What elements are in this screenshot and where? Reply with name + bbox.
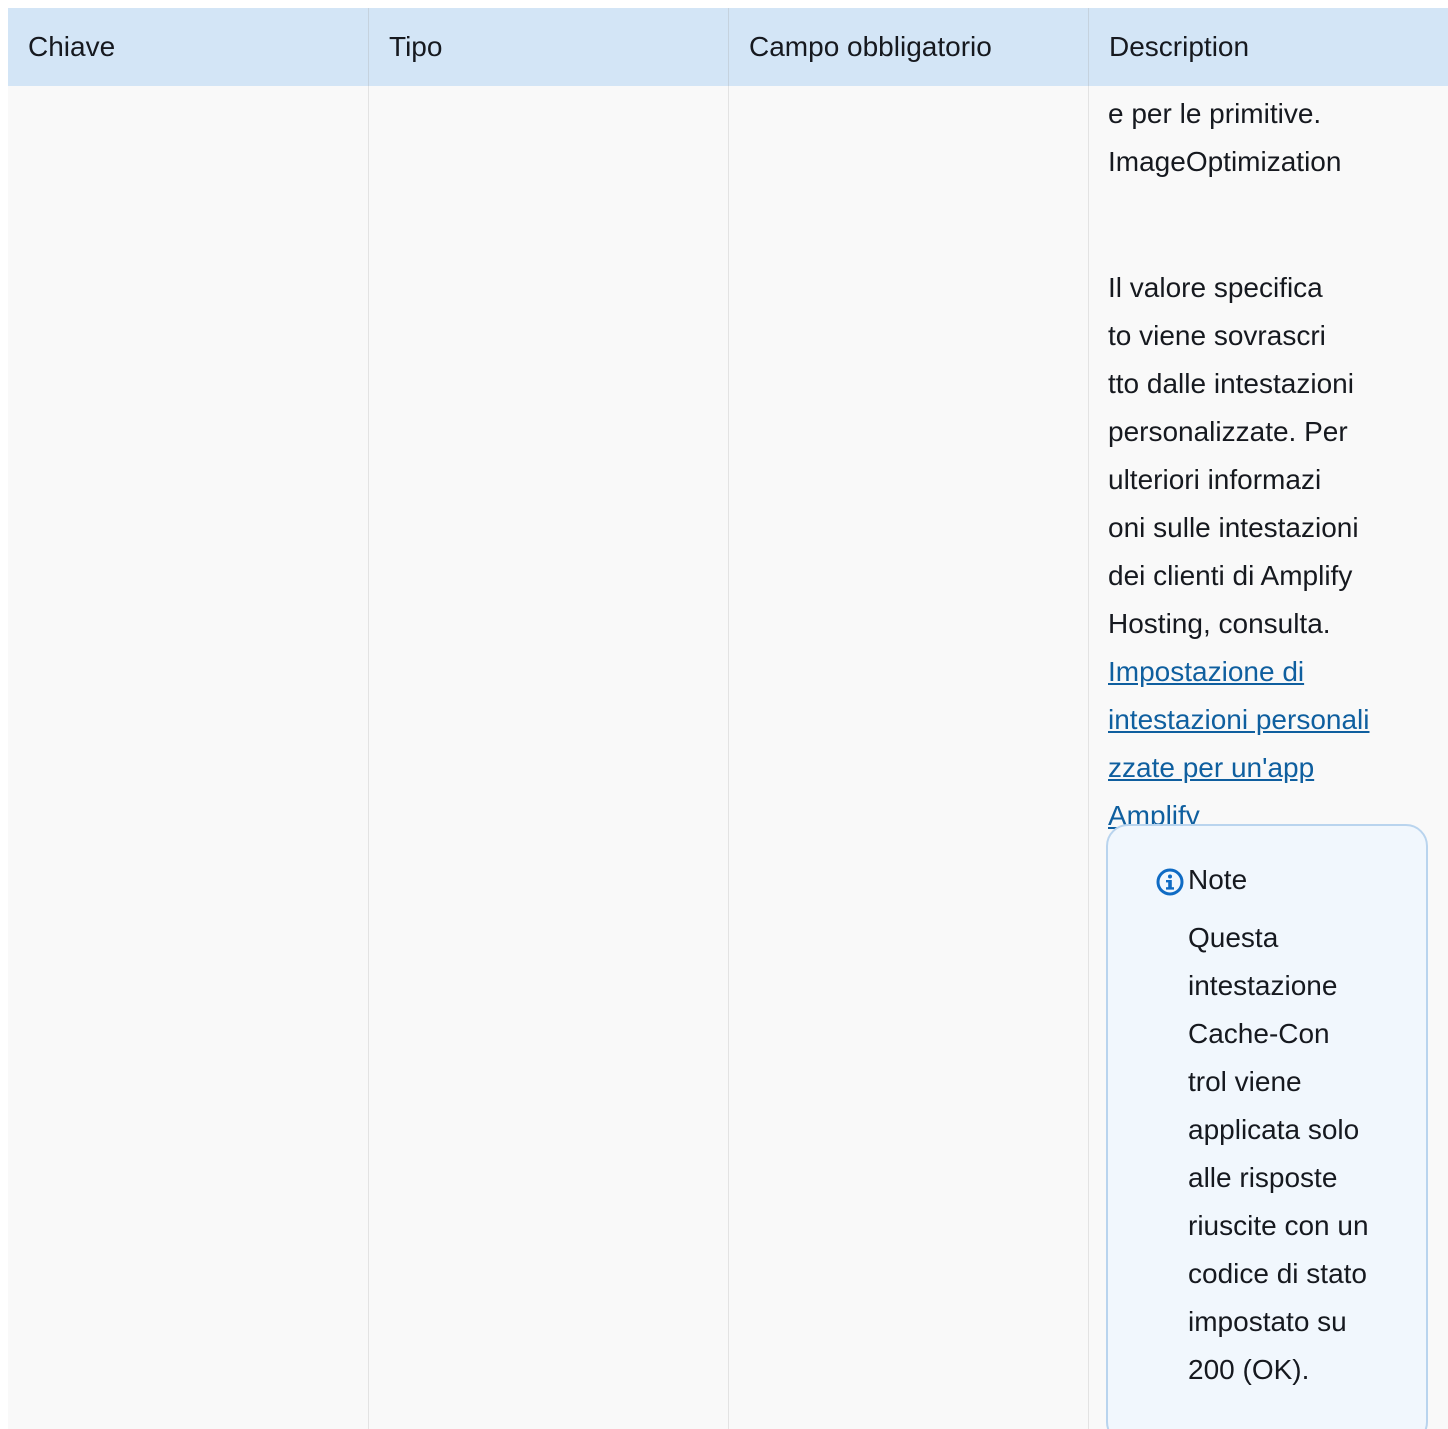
header-chiave: Chiave bbox=[28, 31, 116, 62]
parameters-table: Chiave Tipo Campo obbligatorio Descripti… bbox=[8, 8, 1448, 1429]
note-title: Note bbox=[1188, 864, 1248, 895]
note-callout: Note Questa intestazione Cache-Con trol … bbox=[1106, 824, 1428, 1429]
cell-tipo bbox=[368, 86, 728, 1429]
description-content: e per le primitive. ImageOptimization Il… bbox=[1108, 86, 1413, 888]
cell-chiave bbox=[8, 86, 368, 1429]
header-campo-obbligatorio: Campo obbligatorio bbox=[728, 8, 1088, 86]
cell-campo-obbligatorio bbox=[728, 86, 1088, 1429]
description-paragraph: Il valore specifica to viene sovrascri t… bbox=[1108, 216, 1413, 888]
info-icon bbox=[1156, 868, 1184, 896]
header-description: Description bbox=[1088, 8, 1448, 86]
description-text: Il valore specifica to viene sovrascri t… bbox=[1108, 272, 1359, 639]
table-header-row: Chiave Tipo Campo obbligatorio Descripti… bbox=[8, 8, 1448, 86]
note-body: Questa intestazione Cache-Con trol viene… bbox=[1188, 922, 1369, 1385]
header-tipo: Tipo bbox=[368, 8, 728, 86]
description-fragment: e per le primitive. ImageOptimization bbox=[1108, 98, 1342, 177]
custom-headers-link[interactable]: Impostazione di intestazioni personali z… bbox=[1108, 648, 1413, 840]
table-row: e per le primitive. ImageOptimization Il… bbox=[8, 86, 1448, 1429]
